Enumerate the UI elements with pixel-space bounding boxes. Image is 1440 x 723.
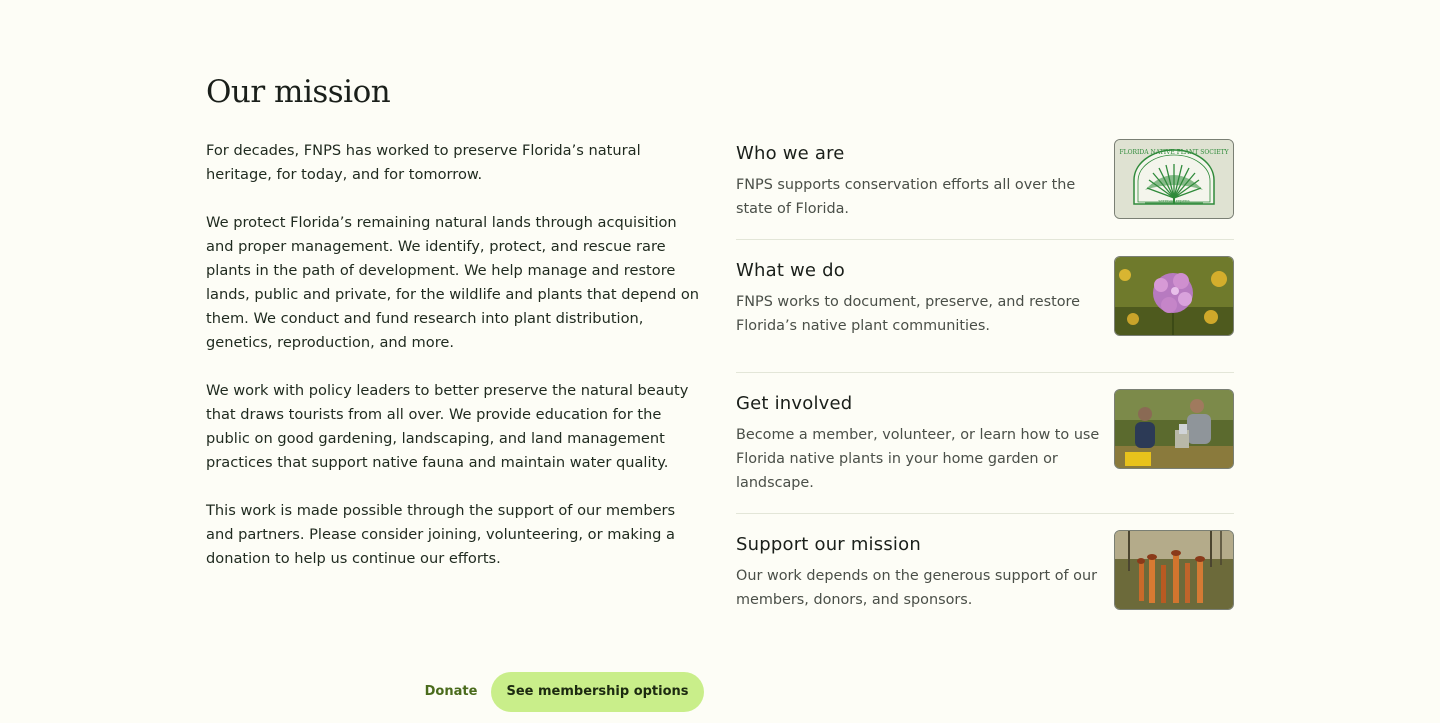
mission-paragraph: For decades, FNPS has worked to preserve… xyxy=(206,142,641,183)
card-text: Who we are FNPS supports conservation ef… xyxy=(736,139,1101,221)
donate-button[interactable]: Donate xyxy=(412,672,490,712)
card-title: What we do xyxy=(736,260,845,281)
card-text: Get involved Become a member, volunteer,… xyxy=(736,389,1101,495)
card-title: Get involved xyxy=(736,393,853,414)
card-title: Who we are xyxy=(736,143,845,164)
mission-section: Our mission For decades, FNPS has worked… xyxy=(206,70,1234,712)
card-what-we-do[interactable]: What we do FNPS works to document, prese… xyxy=(736,256,1234,373)
card-support-our-mission[interactable]: Support our mission Our work depends on … xyxy=(736,530,1234,624)
mission-paragraph: We work with policy leaders to better pr… xyxy=(206,382,689,471)
mission-actions: Donate See membership options xyxy=(206,672,704,712)
volunteers-photo xyxy=(1114,389,1234,469)
fnps-logo-icon: FLORIDA NATIVE PLANT SOCIETY serenoa rep… xyxy=(1115,140,1233,218)
membership-options-button[interactable]: See membership options xyxy=(491,672,704,712)
section-title: Our mission xyxy=(206,74,391,110)
mission-text-column: For decades, FNPS has worked to preserve… xyxy=(206,139,706,712)
mission-paragraph: We protect Florida’s remaining natural l… xyxy=(206,214,700,351)
card-text: What we do FNPS works to document, prese… xyxy=(736,256,1101,338)
logo-lettering: FLORIDA NATIVE PLANT SOCIETY xyxy=(1119,149,1229,156)
card-who-we-are[interactable]: Who we are FNPS supports conservation ef… xyxy=(736,139,1234,240)
pitcher-plants-photo xyxy=(1114,530,1234,610)
wildflower-photo-graphic xyxy=(1115,257,1233,335)
wildflower-photo xyxy=(1114,256,1234,336)
fnps-logo-image: FLORIDA NATIVE PLANT SOCIETY serenoa rep… xyxy=(1114,139,1234,219)
card-description: Become a member, volunteer, or learn how… xyxy=(736,427,1100,491)
card-description: FNPS works to document, preserve, and re… xyxy=(736,294,1080,334)
logo-tagline: serenoa repens xyxy=(1158,198,1189,203)
volunteers-photo-graphic xyxy=(1115,390,1233,468)
card-description: Our work depends on the generous support… xyxy=(736,568,1098,608)
mission-cards-column: Who we are FNPS supports conservation ef… xyxy=(736,139,1234,624)
card-text: Support our mission Our work depends on … xyxy=(736,530,1101,612)
pitcher-plants-photo-graphic xyxy=(1115,531,1233,609)
card-get-involved[interactable]: Get involved Become a member, volunteer,… xyxy=(736,389,1234,514)
mission-paragraph: This work is made possible through the s… xyxy=(206,502,676,567)
card-title: Support our mission xyxy=(736,534,921,555)
card-description: FNPS supports conservation efforts all o… xyxy=(736,177,1076,217)
